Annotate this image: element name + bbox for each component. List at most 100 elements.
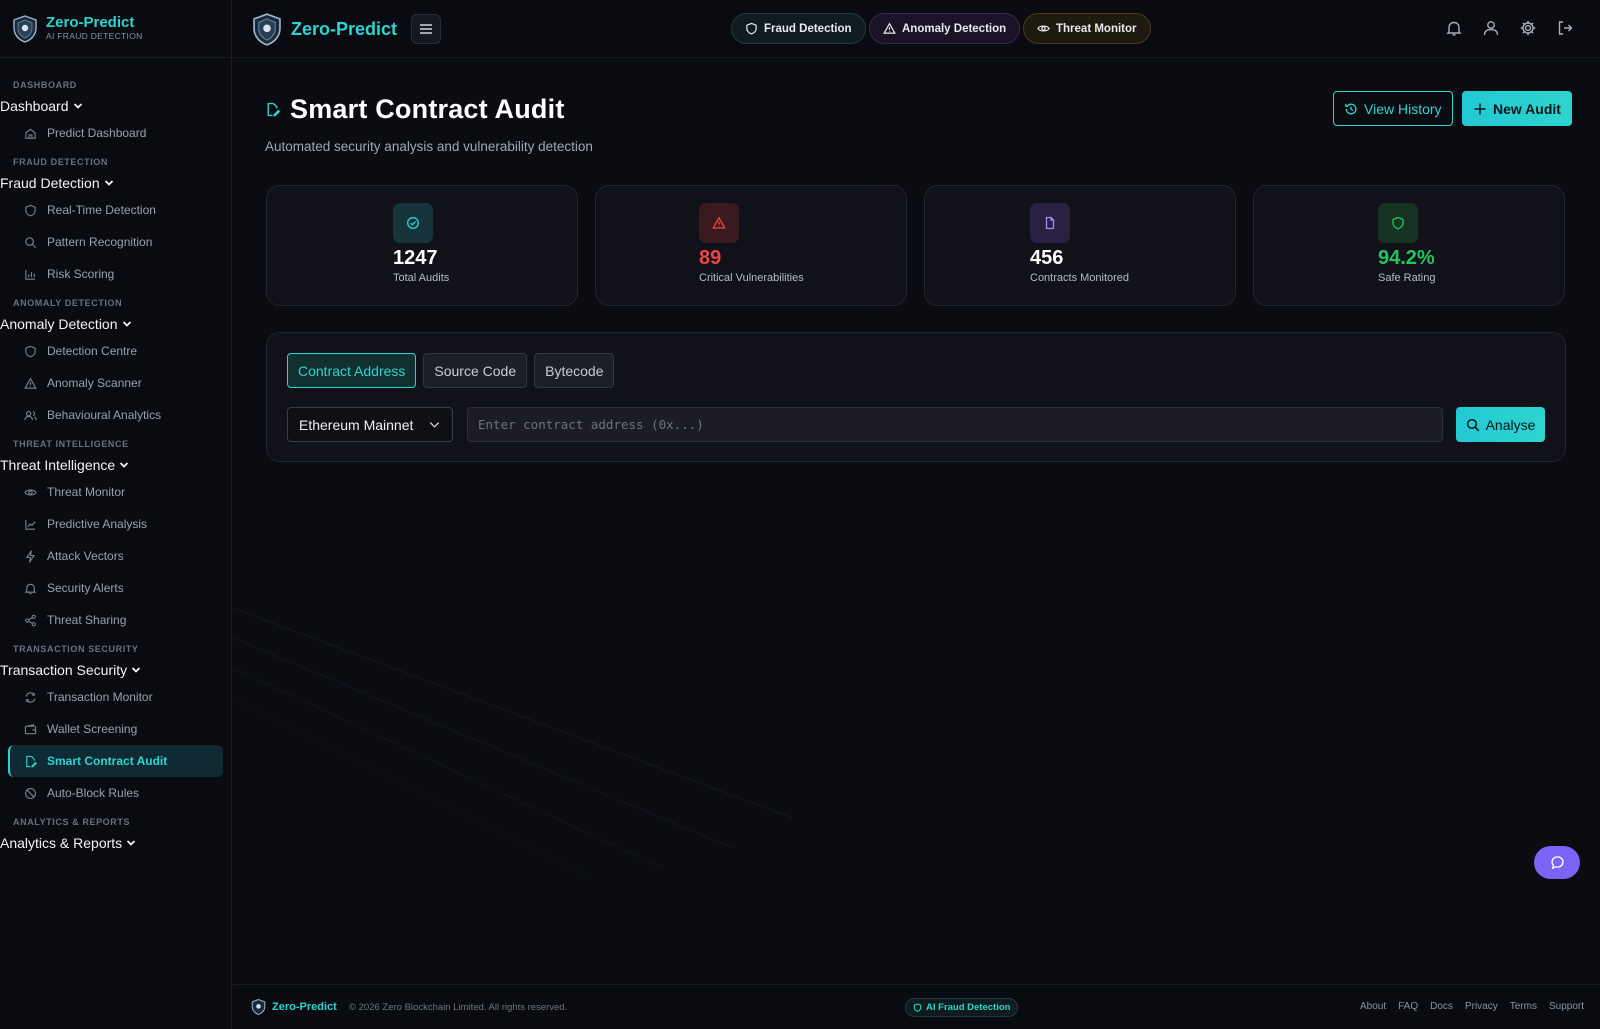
footer-copyright: © 2026 Zero Blockchain Limited. All righ… (349, 1002, 568, 1013)
new-audit-button[interactable]: New Audit (1462, 91, 1572, 126)
bell-icon (24, 582, 37, 595)
sidebar-item-auto-block-rules[interactable]: Auto-Block Rules (8, 777, 223, 809)
network-select[interactable]: Ethereum Mainnet (287, 407, 453, 442)
sidebar-item-predict-dashboard[interactable]: Predict Dashboard (8, 117, 223, 149)
footer-link-terms[interactable]: Terms (1510, 1001, 1537, 1012)
sidebar-item-label: Behavioural Analytics (47, 408, 162, 422)
sidebar-item-predictive-analysis[interactable]: Predictive Analysis (8, 508, 223, 540)
page-title: Smart Contract Audit (290, 94, 565, 124)
page-header: Smart Contract Audit Automated security … (265, 94, 593, 154)
footer-link-faq[interactable]: FAQ (1398, 1001, 1418, 1012)
sidebar-item-label: Threat Sharing (47, 613, 127, 627)
stat-label: Contracts Monitored (1030, 272, 1130, 284)
document-icon (1030, 203, 1070, 243)
edit-document-icon (265, 102, 280, 117)
sidebar-group-analytics-reports[interactable]: Analytics & Reports (0, 832, 231, 854)
sidebar-item-real-time-detection[interactable]: Real-Time Detection (8, 194, 223, 226)
bell-icon[interactable] (1445, 19, 1463, 37)
shield-icon (745, 22, 758, 35)
sidebar-group-label: Fraud Detection (0, 175, 100, 191)
sidebar-item-label: Transaction Monitor (47, 690, 153, 704)
audit-tabs: Contract Address Source Code Bytecode (287, 353, 615, 388)
sidebar-item-attack-vectors[interactable]: Attack Vectors (8, 540, 223, 572)
chevron-down-icon (131, 665, 141, 675)
sidebar-section-threat-intelligence: THREAT INTELLIGENCE Threat Intelligence … (0, 437, 231, 636)
stat-value: 94.2% (1378, 247, 1435, 269)
sidebar-brand[interactable]: Zero-Predict AI FRAUD DETECTION (0, 0, 231, 58)
sidebar-group-transaction-security[interactable]: Transaction Security (0, 659, 231, 681)
sidebar-item-risk-scoring[interactable]: Risk Scoring (8, 258, 223, 290)
user-icon[interactable] (1482, 19, 1500, 37)
logout-icon[interactable] (1556, 19, 1574, 37)
topbar-actions (1445, 19, 1574, 37)
view-history-button[interactable]: View History (1333, 91, 1453, 126)
sidebar-item-detection-centre[interactable]: Detection Centre (8, 335, 223, 367)
chat-bubble-icon (1550, 855, 1565, 870)
sidebar-group-threat-intelligence[interactable]: Threat Intelligence (0, 454, 231, 476)
sidebar-section-label: ANALYTICS & REPORTS (13, 817, 131, 827)
gear-icon[interactable] (1519, 19, 1537, 37)
menu-toggle-button[interactable] (411, 14, 441, 44)
network-select-value: Ethereum Mainnet (299, 416, 414, 433)
footer-link-privacy[interactable]: Privacy (1465, 1001, 1498, 1012)
analyse-label: Analyse (1485, 416, 1536, 433)
sidebar-brand-name: Zero-Predict (46, 14, 135, 31)
stat-label: Safe Rating (1378, 272, 1436, 284)
footer-link-about[interactable]: About (1360, 1001, 1386, 1012)
stat-value: 89 (699, 247, 722, 269)
analyse-button[interactable]: Analyse (1456, 407, 1545, 442)
sidebar-item-label: Auto-Block Rules (47, 786, 140, 800)
pill-threat-monitor[interactable]: Threat Monitor (1023, 13, 1151, 44)
sidebar-group-fraud-detection[interactable]: Fraud Detection (0, 172, 231, 194)
main-content: Smart Contract Audit Automated security … (233, 58, 1600, 984)
edit-document-icon (24, 755, 37, 768)
chat-button[interactable] (1534, 846, 1580, 879)
sidebar-item-wallet-screening[interactable]: Wallet Screening (8, 713, 223, 745)
search-icon (24, 236, 37, 249)
sidebar-item-label: Pattern Recognition (47, 235, 153, 249)
sidebar-item-label: Smart Contract Audit (47, 754, 168, 768)
home-icon (24, 127, 37, 140)
pill-fraud-detection[interactable]: Fraud Detection (731, 13, 866, 44)
footer-link-docs[interactable]: Docs (1430, 1001, 1453, 1012)
search-icon (1466, 418, 1480, 432)
stat-card-safe-rating: 94.2% Safe Rating (1253, 185, 1565, 306)
sidebar-section-label: THREAT INTELLIGENCE (13, 439, 129, 449)
footer-brand-name: Zero-Predict (272, 1001, 337, 1013)
topbar-brand[interactable]: Zero-Predict (251, 13, 397, 46)
chevron-down-icon (428, 418, 441, 431)
tab-bytecode[interactable]: Bytecode (534, 353, 615, 388)
sidebar-item-label: Anomaly Scanner (47, 376, 142, 390)
tab-source-code[interactable]: Source Code (423, 353, 528, 388)
shield-icon (24, 204, 37, 217)
stat-card-critical-vulnerabilities: 89 Critical Vulnerabilities (595, 185, 907, 306)
refresh-icon (24, 691, 37, 704)
tab-contract-address[interactable]: Contract Address (287, 353, 417, 388)
sidebar-item-anomaly-scanner[interactable]: Anomaly Scanner (8, 367, 223, 399)
contract-address-input[interactable] (467, 407, 1443, 442)
share-icon (24, 614, 37, 627)
sidebar-item-label: Predict Dashboard (47, 126, 147, 140)
sidebar-group-dashboard[interactable]: Dashboard (0, 95, 231, 117)
chevron-down-icon (126, 838, 136, 848)
sidebar-item-behavioural-analytics[interactable]: Behavioural Analytics (8, 399, 223, 431)
chevron-down-icon (119, 460, 129, 470)
page-title-row: Smart Contract Audit (265, 94, 593, 125)
sidebar-item-threat-monitor[interactable]: Threat Monitor (8, 476, 223, 508)
sidebar-section-label: ANOMALY DETECTION (13, 298, 123, 308)
sidebar-item-transaction-monitor[interactable]: Transaction Monitor (8, 681, 223, 713)
sidebar-item-security-alerts[interactable]: Security Alerts (8, 572, 223, 604)
shield-icon (24, 345, 37, 358)
pill-anomaly-detection[interactable]: Anomaly Detection (869, 13, 1021, 44)
sidebar-item-threat-sharing[interactable]: Threat Sharing (8, 604, 223, 636)
footer-link-support[interactable]: Support (1549, 1001, 1584, 1012)
sidebar-section-analytics-reports: ANALYTICS & REPORTS Analytics & Reports (0, 815, 231, 854)
footer-badge: AI Fraud Detection (905, 998, 1019, 1017)
pill-label: Anomaly Detection (902, 22, 1007, 35)
sidebar-item-smart-contract-audit[interactable]: Smart Contract Audit (8, 745, 223, 777)
footer-brand[interactable]: Zero-Predict (251, 999, 337, 1015)
sidebar-section-fraud-detection: FRAUD DETECTION Fraud Detection Real-Tim… (0, 155, 231, 290)
ban-icon (24, 787, 37, 800)
sidebar-item-pattern-recognition[interactable]: Pattern Recognition (8, 226, 223, 258)
sidebar-group-anomaly-detection[interactable]: Anomaly Detection (0, 313, 231, 335)
